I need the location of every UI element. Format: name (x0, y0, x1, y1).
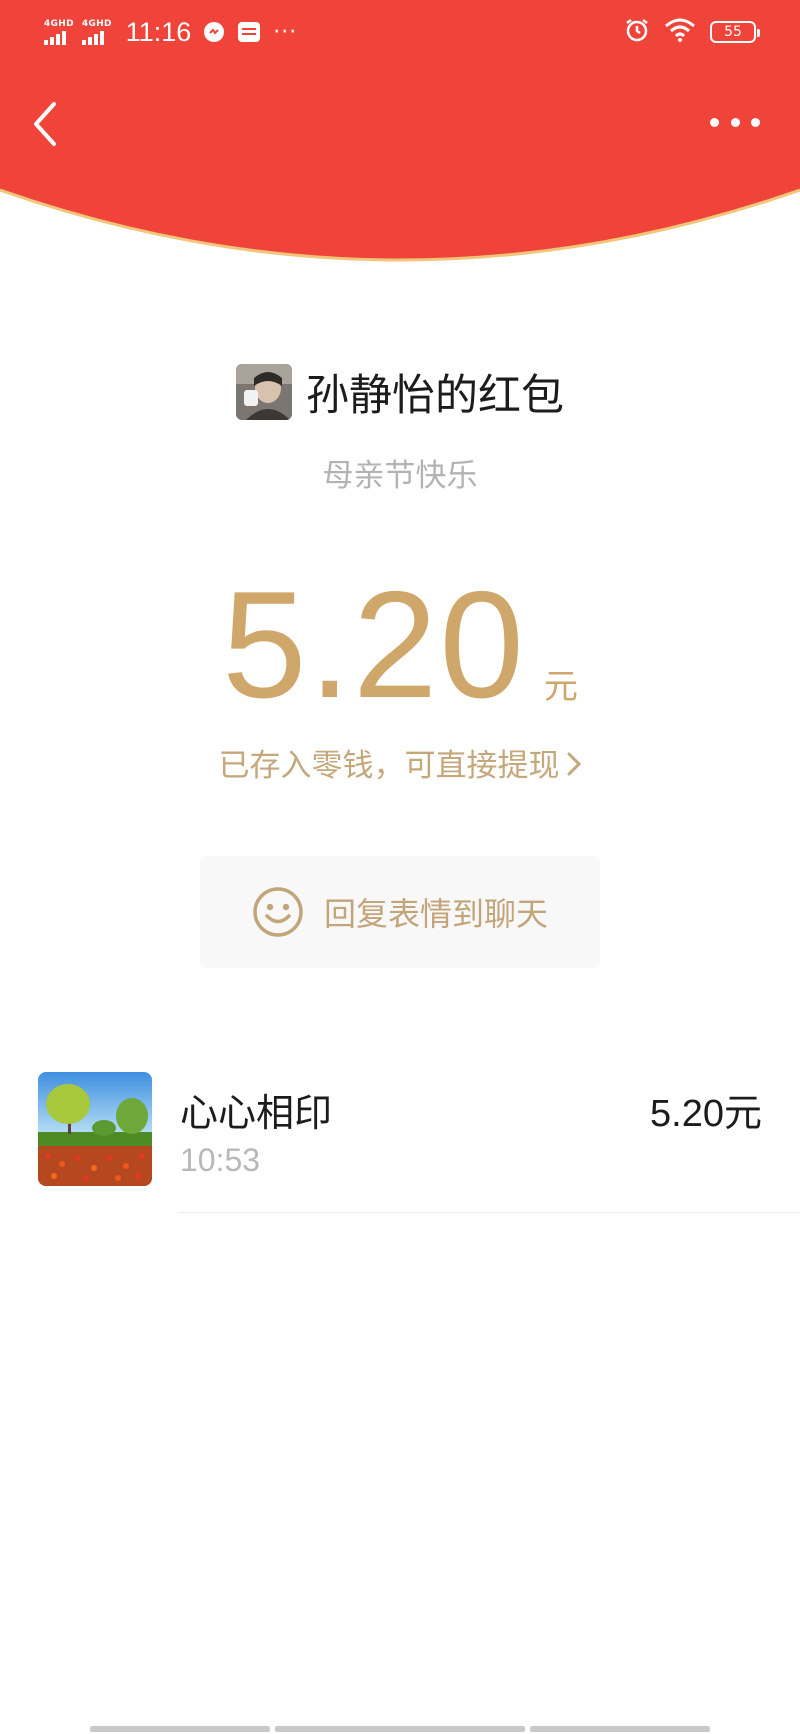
chevron-right-icon (566, 750, 582, 786)
more-notifications-icon: ··· (273, 19, 298, 45)
cellular-signal-icon: 4GHD (44, 19, 74, 45)
gesture-bar[interactable] (0, 1726, 800, 1734)
reply-sticker-button[interactable]: 回复表情到聊天 (200, 856, 600, 968)
receive-time: 10:53 (180, 1142, 261, 1178)
amount-value: 5.20 (222, 560, 526, 730)
amount-unit: 元 (543, 667, 578, 707)
wifi-icon (664, 18, 696, 46)
amount-display: 5.20 元 (0, 560, 800, 730)
sender-title: 孙静怡的红包 (306, 371, 564, 421)
network-label-2: 4GHD (81, 19, 112, 29)
sender-avatar[interactable] (236, 364, 292, 420)
receiver-name: 心心相印 (180, 1091, 333, 1135)
more-dots-icon (710, 117, 719, 127)
status-bar: 4GHD 4GHD 11:16 ··· 55 (0, 0, 800, 64)
sender-row: 孙静怡的红包 (0, 360, 800, 424)
receiver-avatar (38, 1072, 152, 1186)
status-time: 11:16 (125, 16, 192, 47)
notification-app-icon (203, 21, 225, 43)
divider (178, 1212, 800, 1213)
reply-label: 回复表情到聊天 (323, 895, 548, 933)
deposit-link[interactable]: 已存入零钱，可直接提现 (0, 740, 800, 786)
notification-card-icon (237, 21, 261, 43)
more-options-button[interactable] (710, 110, 760, 134)
received-amount: 5.20元 (650, 1093, 762, 1135)
network-label-1: 4GHD (44, 19, 74, 29)
list-item[interactable]: 心心相印 10:53 5.20元 (38, 1072, 800, 1212)
back-button[interactable] (26, 96, 62, 152)
blessing-message: 母亲节快乐 (322, 458, 478, 494)
chevron-left-icon (34, 102, 56, 146)
alarm-icon (624, 17, 650, 47)
smile-icon (252, 886, 304, 938)
cellular-signal-icon: 4GHD (81, 19, 112, 45)
battery-icon: 55 (710, 21, 760, 43)
deposit-text: 已存入零钱，可直接提现 (218, 748, 560, 784)
